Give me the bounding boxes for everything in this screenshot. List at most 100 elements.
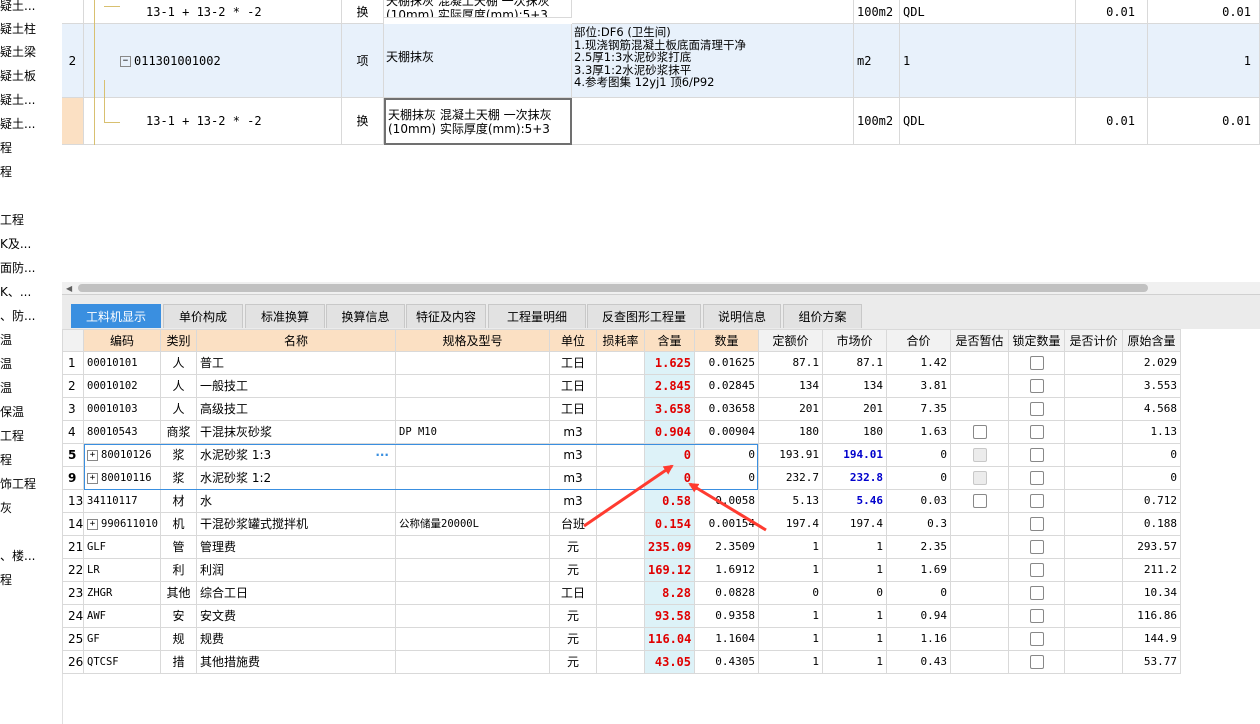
cell-dprice[interactable]: 5.13 [759,490,823,513]
tree-item[interactable]: 保温 [0,404,24,420]
lock-quantity-checkbox[interactable] [1029,470,1044,485]
upper-cell-unit[interactable]: m2 [854,24,900,98]
lock-quantity-checkbox[interactable] [1029,654,1044,669]
cell-code[interactable]: GF [84,628,161,651]
cell-qty[interactable]: 0.0828 [695,582,759,605]
cell-total[interactable]: 0.03 [887,490,951,513]
cell-content[interactable]: 0 [645,444,695,467]
cell-mprice[interactable]: 87.1 [823,352,887,375]
cell-n[interactable]: 1 [62,352,84,375]
cell-n[interactable]: 2 [62,375,84,398]
ellipsis-button[interactable]: ··· [375,444,389,466]
cell-mprice[interactable]: 1 [823,536,887,559]
cell-priced[interactable] [1065,651,1123,674]
lock-quantity-checkbox[interactable] [1029,608,1044,623]
cell-name[interactable]: 水 [197,490,396,513]
lock-quantity-checkbox[interactable] [1029,631,1044,646]
cell-unit[interactable]: 工日 [550,582,597,605]
lock-quantity-checkbox[interactable] [1029,585,1044,600]
cell-mprice[interactable]: 180 [823,421,887,444]
tree-item[interactable]: 灰 [0,500,12,516]
lock-quantity-checkbox[interactable] [1029,493,1044,508]
cell-priced[interactable] [1065,444,1123,467]
column-header-11[interactable]: 合价 [887,329,951,352]
cell-n[interactable]: 21 [62,536,84,559]
cell-dprice[interactable]: 197.4 [759,513,823,536]
column-header-4[interactable]: 规格及型号 [396,329,550,352]
scroll-left-icon[interactable]: ◀ [66,284,72,293]
lock-quantity-checkbox[interactable] [1029,401,1044,416]
cell-loss[interactable] [597,513,645,536]
cell-est[interactable] [951,375,1009,398]
cell-total[interactable]: 3.81 [887,375,951,398]
cell-loss[interactable] [597,605,645,628]
upper-cell-qty[interactable]: 0.01 [1076,98,1148,145]
upper-cell-feature[interactable] [572,98,854,145]
tab-0[interactable]: 工料机显示 [71,304,161,328]
cell-spec[interactable] [396,398,550,421]
tree-item[interactable]: 工程 [0,428,24,444]
tree-item[interactable]: 温 [0,380,12,396]
tree-item[interactable]: 程 [0,140,12,156]
column-header-12[interactable]: 是否暂估 [951,329,1009,352]
column-header-3[interactable]: 名称 [197,329,396,352]
cell-n[interactable]: 23 [62,582,84,605]
cell-n[interactable]: 4 [62,421,84,444]
plus-box-icon[interactable]: + [87,449,98,461]
cell-qty[interactable]: 2.3509 [695,536,759,559]
lock-quantity-checkbox[interactable] [1029,447,1044,462]
cell-orig[interactable]: 293.57 [1123,536,1181,559]
cell-loss[interactable] [597,352,645,375]
cell-qty[interactable]: 0.4305 [695,651,759,674]
cell-spec[interactable]: 公称储量20000L [396,513,550,536]
upper-cell-num[interactable] [62,0,84,24]
cell-priced[interactable] [1065,421,1123,444]
tree-item[interactable]: K及... [0,236,31,252]
cell-unit[interactable]: 元 [550,605,597,628]
cell-total[interactable]: 0.43 [887,651,951,674]
cell-priced[interactable] [1065,536,1123,559]
cell-content[interactable]: 116.04 [645,628,695,651]
cell-loss[interactable] [597,559,645,582]
column-header-7[interactable]: 含量 [645,329,695,352]
cell-total[interactable]: 1.42 [887,352,951,375]
horizontal-scrollbar[interactable]: ◀ [62,282,1260,294]
cell-priced[interactable] [1065,352,1123,375]
cell-code[interactable]: 00010101 [84,352,161,375]
upper-cell-type[interactable]: 换 [342,0,384,24]
cell-spec[interactable] [396,467,550,490]
cell-name[interactable]: 安文费 [197,605,396,628]
cell-qty[interactable]: 1.1604 [695,628,759,651]
tree-item[interactable]: 疑土... [0,0,35,14]
cell-dprice[interactable]: 193.91 [759,444,823,467]
cell-name[interactable]: 利润 [197,559,396,582]
upper-cell-feature[interactable] [572,0,854,24]
lock-quantity-checkbox[interactable] [1029,355,1044,370]
cell-qty[interactable]: 0 [695,444,759,467]
upper-cell-type[interactable]: 换 [342,98,384,145]
cell-content[interactable]: 0 [645,467,695,490]
cell-code[interactable]: +80010116 [84,467,161,490]
tree-item[interactable]: 程 [0,164,12,180]
cell-n[interactable]: 22 [62,559,84,582]
cell-dprice[interactable]: 0 [759,582,823,605]
cell-mprice[interactable]: 201 [823,398,887,421]
cell-priced[interactable] [1065,559,1123,582]
cell-code[interactable]: 00010102 [84,375,161,398]
tree-item[interactable]: 、楼... [0,548,35,564]
cell-unit[interactable]: 元 [550,536,597,559]
tree-item[interactable]: 疑土... [0,116,35,132]
cell-priced[interactable] [1065,582,1123,605]
cell-unit[interactable]: m3 [550,421,597,444]
cell-est[interactable] [951,651,1009,674]
lock-quantity-checkbox[interactable] [1029,562,1044,577]
cell-dprice[interactable]: 1 [759,651,823,674]
cell-loss[interactable] [597,651,645,674]
cell-n[interactable]: 3 [62,398,84,421]
lock-quantity-checkbox[interactable] [1029,539,1044,554]
upper-cell-name[interactable]: 天棚抹灰 [384,24,572,98]
cell-unit[interactable]: 元 [550,559,597,582]
tree-item[interactable]: 工程 [0,212,24,228]
cell-orig[interactable]: 10.34 [1123,582,1181,605]
cell-content[interactable]: 8.28 [645,582,695,605]
